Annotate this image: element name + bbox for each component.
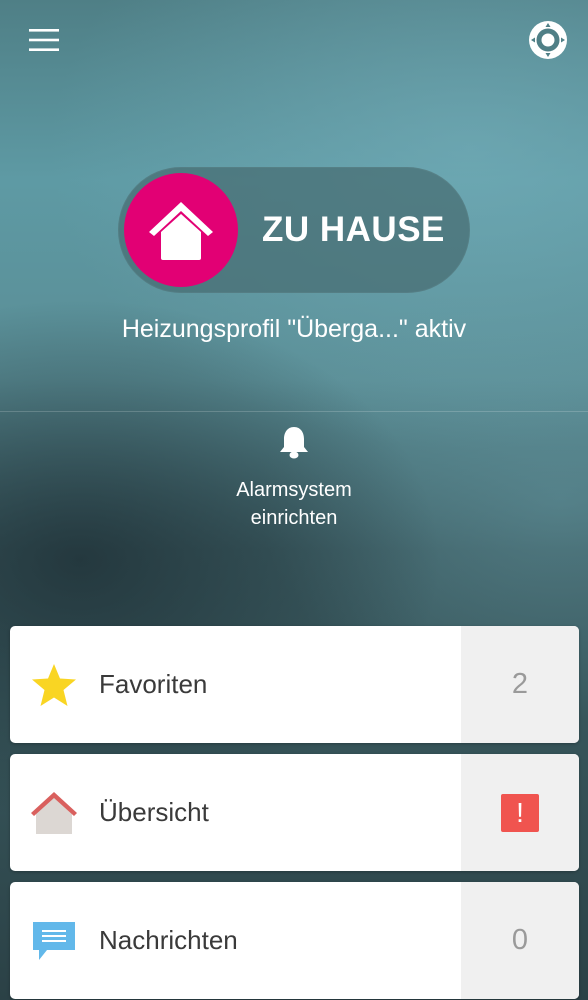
house-icon <box>149 202 213 260</box>
messages-count-panel: 0 <box>461 882 579 999</box>
favorites-card[interactable]: Favoriten 2 <box>10 626 579 743</box>
remote-control-button[interactable] <box>524 18 572 62</box>
favorites-count-panel: 2 <box>461 626 579 743</box>
overview-label: Übersicht <box>99 797 209 827</box>
hamburger-menu-icon <box>29 29 59 51</box>
favorites-label: Favoriten <box>99 669 208 699</box>
messages-count: 0 <box>511 924 529 956</box>
overview-card[interactable]: Übersicht ! <box>10 754 579 871</box>
heating-profile-status: Heizungsprofil "Überga..." aktiv <box>121 315 467 343</box>
messages-card[interactable]: Nachrichten 0 <box>10 882 579 999</box>
remote-control-icon <box>529 21 567 59</box>
messages-label: Nachrichten <box>99 925 238 955</box>
home-screen: ZU HAUSE Heizungsprofil "Überga..." akti… <box>0 0 588 1000</box>
alarm-setup-label-line2: einrichten <box>250 507 338 529</box>
section-divider <box>0 411 588 412</box>
alert-badge: ! <box>501 793 539 832</box>
overview-alert-panel: ! <box>461 754 579 871</box>
alarm-setup-button[interactable]: Alarmsystem einrichten <box>194 422 394 532</box>
alarm-setup-label-line1: Alarmsystem <box>236 479 352 501</box>
home-mode-label: ZU HAUSE <box>262 210 445 249</box>
home-mode-indicator <box>124 173 238 287</box>
chat-bubble-icon <box>33 921 75 960</box>
star-icon <box>32 663 76 706</box>
favorites-count: 2 <box>511 668 529 700</box>
menu-button[interactable] <box>20 18 68 62</box>
bell-icon <box>280 427 308 459</box>
house-icon <box>31 791 77 834</box>
home-mode-toggle[interactable]: ZU HAUSE <box>118 167 470 293</box>
